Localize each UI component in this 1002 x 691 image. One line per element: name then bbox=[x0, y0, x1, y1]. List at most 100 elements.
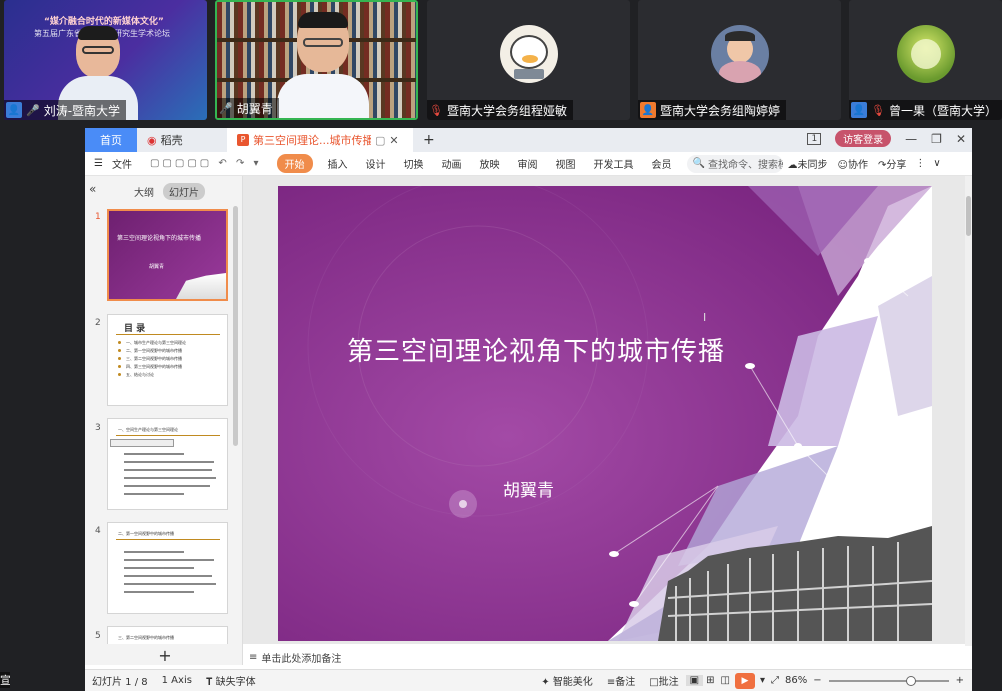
notes-placeholder: 单击此处添加备注 bbox=[261, 654, 342, 665]
avatar bbox=[710, 25, 769, 83]
missing-font-button[interactable]: 𝐓 缺失字体 bbox=[199, 673, 263, 688]
share-label: 分享 bbox=[886, 160, 907, 171]
login-button[interactable]: 访客登录 bbox=[835, 130, 892, 147]
slide-author[interactable]: 胡翼青 bbox=[503, 476, 554, 501]
slide-canvas[interactable]: 第三空间理论视角下的城市传播 胡翼青 I bbox=[243, 176, 965, 644]
reading-view-icon[interactable]: ◫ bbox=[718, 675, 733, 686]
share-button[interactable]: ↷分享 bbox=[873, 156, 911, 171]
tab-document-label: 第三空间理论...城市传播研究 bbox=[253, 134, 371, 147]
video-tile-5[interactable]: 👤 🎙 曾一果（暨南大学） bbox=[849, 0, 1002, 120]
mic-muted-icon: 🎙 bbox=[429, 103, 443, 117]
collapse-ribbon-icon[interactable]: ∨ bbox=[929, 158, 944, 169]
slide-thumb-3[interactable]: 一、空间生产理论与第三空间理论 bbox=[107, 418, 228, 510]
tab-document[interactable]: P 第三空间理论...城市传播研究 ▢ ✕ bbox=[227, 128, 413, 152]
edge-label: 宣 bbox=[0, 672, 10, 688]
menu-slideshow[interactable]: 放映 bbox=[471, 156, 509, 171]
video-tile-3[interactable]: 🎙 暨南大学会务组程娅敏 bbox=[427, 0, 630, 120]
menu-insert[interactable]: 插入 bbox=[319, 156, 357, 171]
participant-label-2: 🎤 胡翼青 bbox=[217, 98, 279, 118]
zoom-slider[interactable] bbox=[828, 675, 949, 686]
collab-label: 协作 bbox=[847, 160, 868, 171]
thumb-toc-2: 二、第一空间视野中的城市传播 bbox=[126, 348, 182, 353]
tab-home[interactable]: 首页 bbox=[85, 128, 137, 152]
canvas-scrollbar[interactable] bbox=[965, 176, 972, 646]
scroll-thumb[interactable] bbox=[966, 196, 971, 236]
slide-background bbox=[278, 186, 932, 641]
more-icon[interactable]: ⋮ bbox=[911, 158, 929, 169]
menu-file[interactable]: 文件 bbox=[112, 156, 141, 171]
video-tile-1[interactable]: “媒介融合时代的新媒体文化” 第五届广东省新闻传播研究生学术论坛 👤 🎤 刘涛-… bbox=[4, 0, 207, 120]
text-cursor-icon: I bbox=[703, 311, 707, 324]
thumb-title: 目 录 bbox=[124, 324, 146, 334]
current-slide[interactable]: 第三空间理论视角下的城市传播 胡翼青 I bbox=[278, 186, 932, 641]
comments-toggle[interactable]: □批注 bbox=[642, 673, 685, 688]
notes-area[interactable]: ≡ 单击此处添加备注 bbox=[243, 650, 965, 665]
tab-outline[interactable]: 大纲 bbox=[134, 184, 154, 199]
search-box[interactable]: 🔍 查找命令、搜索模板 bbox=[686, 154, 783, 173]
participant-label-1: 👤 🎤 刘涛-暨南大学 bbox=[4, 100, 127, 120]
thumb-number: 4 bbox=[95, 526, 101, 536]
zoom-slider-knob[interactable] bbox=[905, 675, 916, 686]
collab-button[interactable]: ☺协作 bbox=[833, 156, 873, 171]
menu-transition[interactable]: 切换 bbox=[395, 156, 433, 171]
menu-icon[interactable]: ☰ bbox=[85, 158, 112, 169]
zoom-level[interactable]: 86% bbox=[782, 675, 810, 686]
speaker-figure bbox=[277, 12, 369, 118]
collapse-panel-icon[interactable]: « bbox=[89, 182, 96, 196]
menu-start[interactable]: 开始 bbox=[276, 154, 313, 173]
slide-title[interactable]: 第三空间理论视角下的城市传播 bbox=[347, 331, 725, 368]
sorter-view-icon[interactable]: ⊞ bbox=[703, 675, 717, 686]
panel-scrollbar[interactable] bbox=[233, 206, 238, 446]
avatar bbox=[896, 25, 955, 83]
menu-review[interactable]: 审阅 bbox=[509, 156, 547, 171]
menu-developer[interactable]: 开发工具 bbox=[585, 156, 643, 171]
participant-name: 胡翼青 bbox=[236, 101, 273, 116]
video-tile-4[interactable]: 👤 暨南大学会务组陶婷婷 bbox=[638, 0, 841, 120]
zoom-out-icon[interactable]: − bbox=[810, 675, 824, 686]
slide-thumb-2[interactable]: 目 录 一、城市生产理论与第三空间理论 二、第一空间视野中的城市传播 三、第二空… bbox=[107, 314, 228, 406]
quick-tools[interactable]: ▢▢▢▢▢ ↶ ↷ ▾ bbox=[141, 158, 271, 169]
tab-slides[interactable]: 幻灯片 bbox=[163, 183, 205, 200]
thumb-number: 3 bbox=[95, 423, 101, 433]
zoom-in-icon[interactable]: + bbox=[953, 675, 972, 686]
maximize-icon[interactable]: ❐ bbox=[931, 132, 942, 146]
collab-icon: ☺ bbox=[837, 160, 848, 171]
play-button[interactable]: ▶ bbox=[733, 672, 757, 689]
window-icon[interactable]: ▢ bbox=[375, 134, 385, 147]
slide-thumb-4[interactable]: 二、第一空间视野中的城市传播 bbox=[107, 522, 228, 614]
participant-name: 暨南大学会务组程娅敏 bbox=[446, 103, 567, 118]
fit-icon[interactable]: ⤢ bbox=[768, 675, 782, 686]
thumb-toc-3: 三、第二空间视野中的城市传播 bbox=[126, 356, 182, 361]
user-icon: 👤 bbox=[640, 102, 656, 118]
sync-status[interactable]: ☁未同步 bbox=[783, 156, 833, 171]
normal-view-icon[interactable]: ▣ bbox=[685, 675, 704, 686]
comments-label: 批注 bbox=[658, 677, 679, 688]
ppt-icon: P bbox=[237, 134, 249, 146]
participant-name: 暨南大学会务组陶婷婷 bbox=[660, 103, 781, 118]
slide-count: 幻灯片 1 / 8 bbox=[92, 677, 148, 688]
smart-beautify-button[interactable]: ✦ 智能美化 bbox=[534, 673, 600, 688]
add-slide-button[interactable]: + bbox=[155, 646, 175, 665]
new-tab-button[interactable]: + bbox=[413, 128, 445, 152]
tab-docer[interactable]: ◉ 稻壳 bbox=[137, 128, 227, 152]
page-count-icon[interactable]: 1 bbox=[807, 132, 822, 145]
play-options-icon[interactable]: ▾ bbox=[757, 675, 768, 686]
thumb-toc-1: 一、城市生产理论与第三空间理论 bbox=[126, 340, 186, 345]
slide-thumb-5[interactable]: 三、第二空间视野中的城市传播 bbox=[107, 626, 228, 644]
close-icon[interactable]: ✕ bbox=[956, 132, 966, 146]
menu-animation[interactable]: 动画 bbox=[433, 156, 471, 171]
thumb-toc-4: 四、第三空间视野中的城市传播 bbox=[126, 364, 182, 369]
menu-member[interactable]: 会员 bbox=[643, 156, 681, 171]
slide-thumb-1[interactable]: 第三空间理论视角下的城市传播 胡翼青 bbox=[107, 209, 228, 301]
close-tab-icon[interactable]: ✕ bbox=[389, 134, 398, 147]
menu-view[interactable]: 视图 bbox=[547, 156, 585, 171]
mic-icon: 🎤 bbox=[219, 101, 233, 115]
search-placeholder: 查找命令、搜索模板 bbox=[707, 160, 783, 171]
menu-design[interactable]: 设计 bbox=[357, 156, 395, 171]
video-tile-2[interactable]: 🎤 胡翼青 bbox=[215, 0, 418, 120]
notes-icon: ≡ bbox=[249, 652, 258, 663]
window-controls: 1 访客登录 — ❐ ✕ bbox=[807, 130, 966, 147]
thumb-number: 2 bbox=[95, 318, 101, 328]
notes-toggle[interactable]: ≡备注 bbox=[600, 673, 642, 688]
minimize-icon[interactable]: — bbox=[905, 132, 917, 146]
